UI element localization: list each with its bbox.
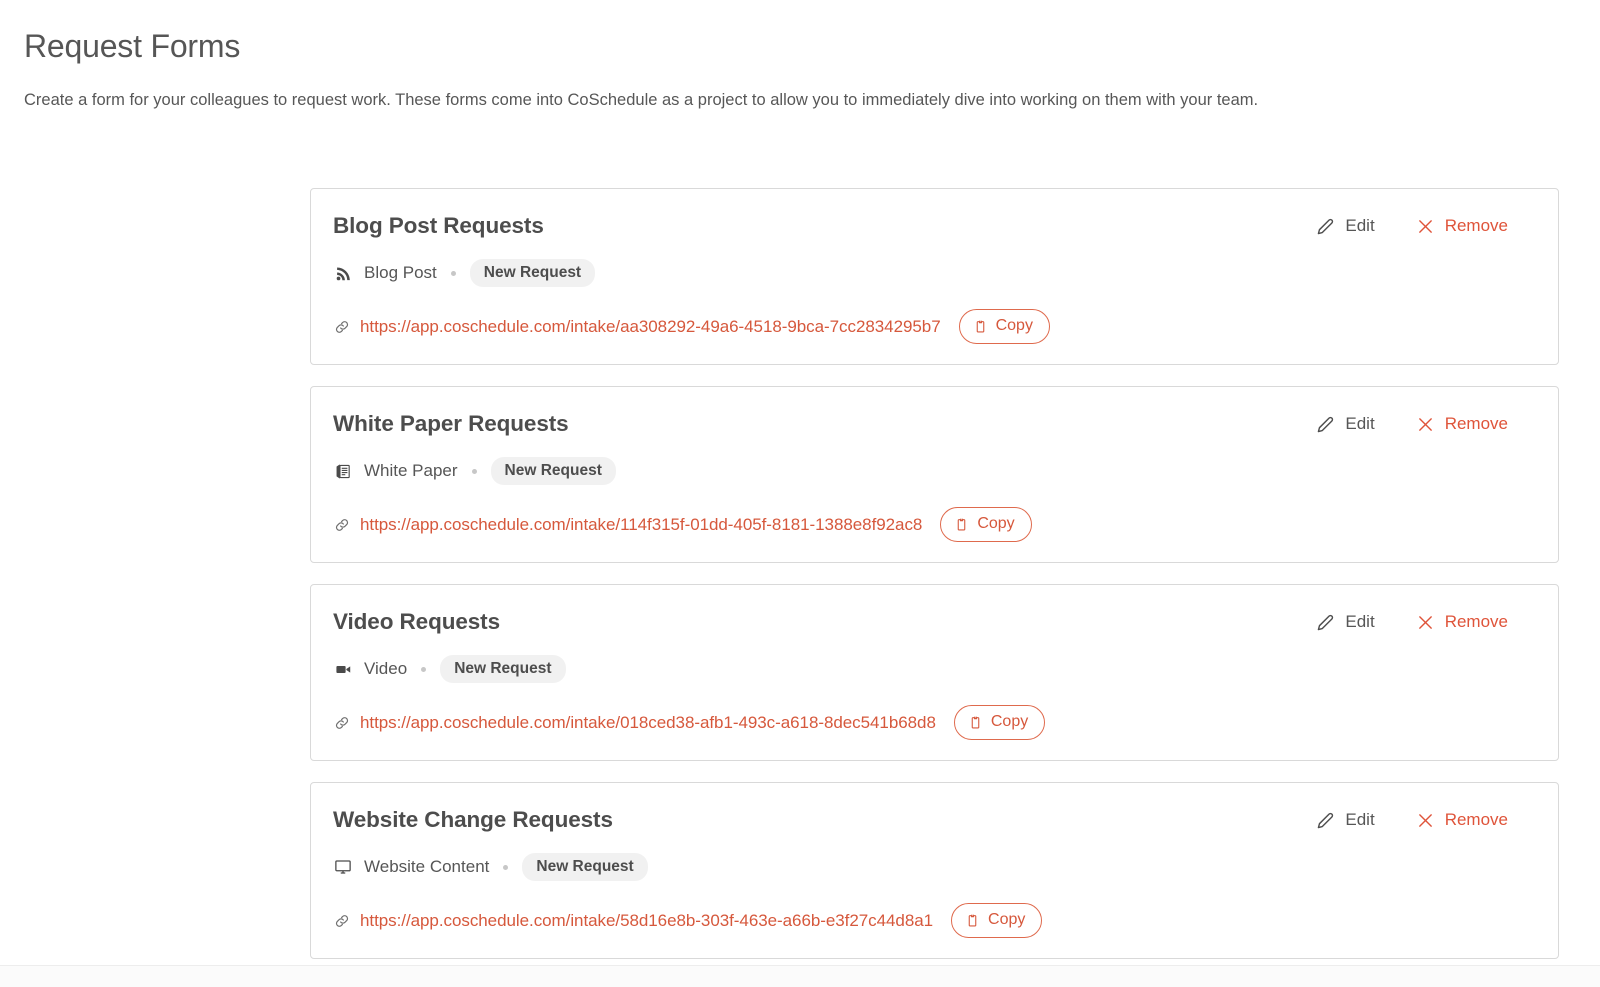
- remove-label: Remove: [1444, 612, 1508, 631]
- pencil-icon: [1317, 812, 1334, 829]
- edit-label: Edit: [1345, 612, 1375, 631]
- form-title: Website Change Requests: [333, 807, 613, 832]
- copy-button[interactable]: Copy: [940, 507, 1032, 542]
- close-icon: [1417, 812, 1434, 829]
- pencil-icon: [1317, 614, 1334, 631]
- card-actions: Edit Remove: [1317, 211, 1508, 236]
- card-header: White Paper Requests Edit Remove: [333, 409, 1536, 439]
- form-link-row: https://app.coschedule.com/intake/018ced…: [333, 705, 1536, 740]
- card-header: Blog Post Requests Edit Remove: [333, 211, 1536, 241]
- request-forms-list: Blog Post Requests Edit Remove Blog Post…: [310, 188, 1559, 980]
- copy-button[interactable]: Copy: [958, 309, 1050, 344]
- document-stack-icon: [333, 461, 353, 481]
- remove-button[interactable]: Remove: [1417, 216, 1508, 236]
- edit-button[interactable]: Edit: [1317, 216, 1375, 236]
- page-bottom-edge: [0, 965, 1600, 987]
- request-form-card[interactable]: Website Change Requests Edit Remove Webs…: [310, 782, 1559, 959]
- form-type-label: White Paper: [364, 461, 458, 480]
- remove-button[interactable]: Remove: [1417, 810, 1508, 830]
- remove-label: Remove: [1444, 414, 1508, 433]
- status-badge: New Request: [490, 457, 616, 485]
- status-badge: New Request: [440, 655, 566, 683]
- edit-button[interactable]: Edit: [1317, 612, 1375, 632]
- clipboard-icon: [969, 714, 983, 730]
- form-type-label: Website Content: [364, 857, 490, 876]
- link-icon: [333, 714, 351, 732]
- form-url-link[interactable]: https://app.coschedule.com/intake/114f31…: [360, 515, 922, 535]
- separator-dot: [450, 270, 456, 276]
- copy-label: Copy: [990, 713, 1029, 730]
- separator-dot: [421, 666, 427, 672]
- rss-icon: [333, 263, 353, 283]
- card-header: Video Requests Edit Remove: [333, 607, 1536, 637]
- form-type-label: Blog Post: [364, 263, 437, 282]
- copy-label: Copy: [995, 317, 1033, 334]
- form-link-row: https://app.coschedule.com/intake/114f31…: [333, 507, 1536, 542]
- close-icon: [1417, 614, 1434, 631]
- request-forms-page: Request Forms Create a form for your col…: [0, 0, 1600, 987]
- clipboard-icon: [966, 912, 980, 928]
- form-meta: Blog Post New Request: [333, 259, 1536, 287]
- copy-label: Copy: [977, 515, 1015, 532]
- request-form-card[interactable]: Blog Post Requests Edit Remove Blog Post…: [310, 188, 1559, 365]
- close-icon: [1417, 416, 1434, 433]
- form-url-link[interactable]: https://app.coschedule.com/intake/018ced…: [360, 713, 936, 733]
- separator-dot: [503, 864, 509, 870]
- copy-button[interactable]: Copy: [951, 903, 1043, 938]
- card-header: Website Change Requests Edit Remove: [333, 805, 1536, 835]
- link-icon: [333, 516, 351, 534]
- edit-button[interactable]: Edit: [1317, 810, 1375, 830]
- copy-button[interactable]: Copy: [953, 705, 1046, 740]
- pencil-icon: [1317, 218, 1334, 235]
- edit-label: Edit: [1345, 216, 1375, 235]
- form-type-label: Video: [364, 659, 408, 678]
- pencil-icon: [1317, 416, 1334, 433]
- form-meta: White Paper New Request: [333, 457, 1536, 485]
- request-form-card[interactable]: White Paper Requests Edit Remove White P…: [310, 386, 1559, 563]
- separator-dot: [471, 468, 477, 474]
- page-description: Create a form for your colleagues to req…: [24, 91, 1259, 109]
- copy-label: Copy: [988, 911, 1026, 928]
- card-actions: Edit Remove: [1317, 805, 1508, 830]
- card-actions: Edit Remove: [1317, 409, 1508, 434]
- remove-button[interactable]: Remove: [1417, 414, 1508, 434]
- edit-label: Edit: [1345, 810, 1375, 829]
- page-header: Request Forms Create a form for your col…: [0, 0, 1600, 114]
- link-icon: [333, 912, 351, 930]
- video-camera-icon: [333, 659, 353, 679]
- form-title: Blog Post Requests: [333, 213, 544, 238]
- form-url-link[interactable]: https://app.coschedule.com/intake/58d16e…: [360, 911, 933, 931]
- status-badge: New Request: [522, 853, 648, 881]
- remove-button[interactable]: Remove: [1417, 612, 1508, 632]
- form-url-link[interactable]: https://app.coschedule.com/intake/aa3082…: [360, 317, 941, 337]
- form-link-row: https://app.coschedule.com/intake/58d16e…: [333, 903, 1536, 938]
- remove-label: Remove: [1444, 216, 1508, 235]
- close-icon: [1417, 218, 1434, 235]
- form-meta: Website Content New Request: [333, 853, 1536, 881]
- edit-button[interactable]: Edit: [1317, 414, 1375, 434]
- request-form-card[interactable]: Video Requests Edit Remove Video New Req…: [310, 584, 1559, 761]
- form-link-row: https://app.coschedule.com/intake/aa3082…: [333, 309, 1536, 344]
- link-icon: [333, 318, 351, 336]
- page-title: Request Forms: [24, 28, 241, 64]
- status-badge: New Request: [469, 259, 596, 287]
- monitor-icon: [333, 857, 353, 877]
- clipboard-icon: [974, 318, 988, 334]
- form-title: White Paper Requests: [333, 411, 569, 436]
- card-actions: Edit Remove: [1317, 607, 1508, 632]
- form-title: Video Requests: [333, 609, 500, 634]
- clipboard-icon: [955, 516, 969, 532]
- edit-label: Edit: [1345, 414, 1375, 433]
- form-meta: Video New Request: [333, 655, 1536, 683]
- remove-label: Remove: [1444, 810, 1508, 829]
